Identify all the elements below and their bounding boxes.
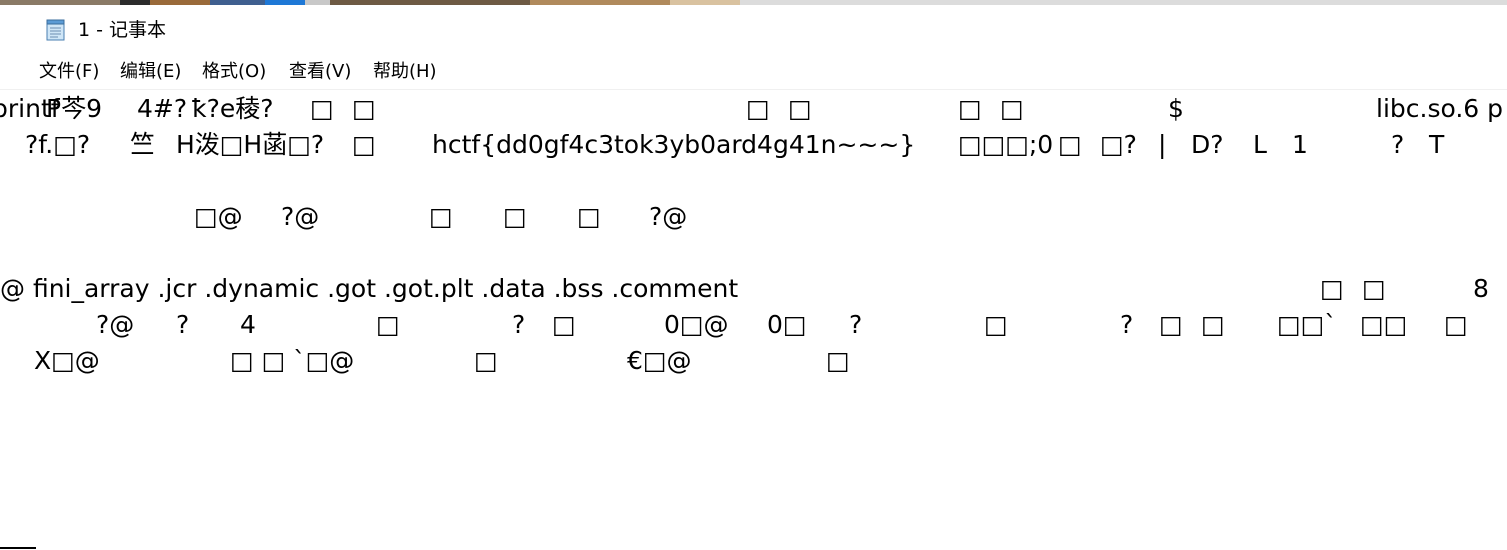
text-token: □?: [1100, 130, 1137, 159]
text-editor-area[interactable]: printf P芩9 4#? ꝁ?e稜? □ □ □ □ □ □ $ libc.…: [0, 90, 1507, 550]
notepad-icon: [46, 19, 66, 41]
text-token: □: [1058, 130, 1082, 159]
window-title: 1 - 记事本: [78, 19, 167, 41]
text-token: □: [429, 202, 453, 231]
text-token: □: [552, 310, 576, 339]
text-token: ?@: [96, 310, 135, 339]
title-bar[interactable]: 1 - 记事本: [0, 5, 1507, 53]
text-token: ?: [1120, 310, 1134, 339]
text-token: □□: [1360, 310, 1408, 339]
text-token: 0□: [767, 310, 807, 339]
text-token: L: [1253, 130, 1267, 159]
text-token: |: [1158, 130, 1167, 159]
text-token: □: [1320, 274, 1344, 303]
text-token: □: [474, 346, 498, 375]
text-token: □: [746, 94, 770, 123]
text-token: P芩9: [46, 94, 102, 123]
text-token: □: [1159, 310, 1183, 339]
text-token: □@: [194, 202, 243, 231]
text-token: □: [958, 94, 982, 123]
text-token: □: [1444, 310, 1468, 339]
text-token: □: [826, 346, 850, 375]
menu-file[interactable]: 文件(F): [39, 61, 99, 83]
text-token: D?: [1191, 130, 1224, 159]
text-token: □: [984, 310, 1008, 339]
text-token: H泼□H菡□?: [176, 130, 325, 159]
menu-bar: 文件(F) 编辑(E) 格式(O) 查看(V) 帮助(H): [0, 53, 1507, 89]
menu-edit[interactable]: 编辑(E): [120, 61, 181, 83]
text-token: $: [1168, 94, 1184, 123]
text-token: □ □ `□@: [230, 346, 355, 375]
text-token: □: [376, 310, 400, 339]
text-token: ꝁ?e稜?: [192, 94, 274, 123]
text-token: □: [352, 130, 376, 159]
text-token: □: [352, 94, 376, 123]
text-token: 1: [1292, 130, 1308, 159]
text-token: ?@: [281, 202, 320, 231]
section-names-text: @ fini_array .jcr .dynamic .got .got.plt…: [0, 274, 739, 303]
text-token: ?: [849, 310, 863, 339]
text-token: □: [503, 202, 527, 231]
text-token: ?: [512, 310, 526, 339]
menu-format[interactable]: 格式(O): [202, 61, 266, 83]
text-token: 0□@: [664, 310, 729, 339]
status-edge-mark: [0, 547, 36, 549]
flag-text: hctf{dd0gf4c3tok3yb0ard4g41n~~~}: [432, 130, 916, 159]
text-token: X□@: [34, 346, 100, 375]
text-token: □: [1000, 94, 1024, 123]
text-token: ?@: [649, 202, 688, 231]
text-token: ?f.□?: [25, 130, 91, 159]
text-token: □□□;0: [958, 130, 1054, 159]
text-token: □: [1362, 274, 1386, 303]
text-token: □: [1201, 310, 1225, 339]
text-token: €□@: [627, 346, 692, 375]
text-token: ?: [176, 310, 190, 339]
menu-view[interactable]: 查看(V): [289, 61, 351, 83]
text-token: T: [1429, 130, 1445, 159]
text-token: □: [310, 94, 334, 123]
text-token: 竺: [130, 130, 156, 159]
text-token: □: [788, 94, 812, 123]
menu-help[interactable]: 帮助(H): [373, 61, 437, 83]
text-token: ?: [1391, 130, 1405, 159]
text-token: 8: [1473, 274, 1489, 303]
text-token: □□`: [1277, 310, 1337, 339]
text-token: □: [577, 202, 601, 231]
text-token: libc.so.6 p: [1376, 94, 1504, 123]
text-token: 4: [240, 310, 256, 339]
text-token: 4#?: [137, 94, 188, 123]
